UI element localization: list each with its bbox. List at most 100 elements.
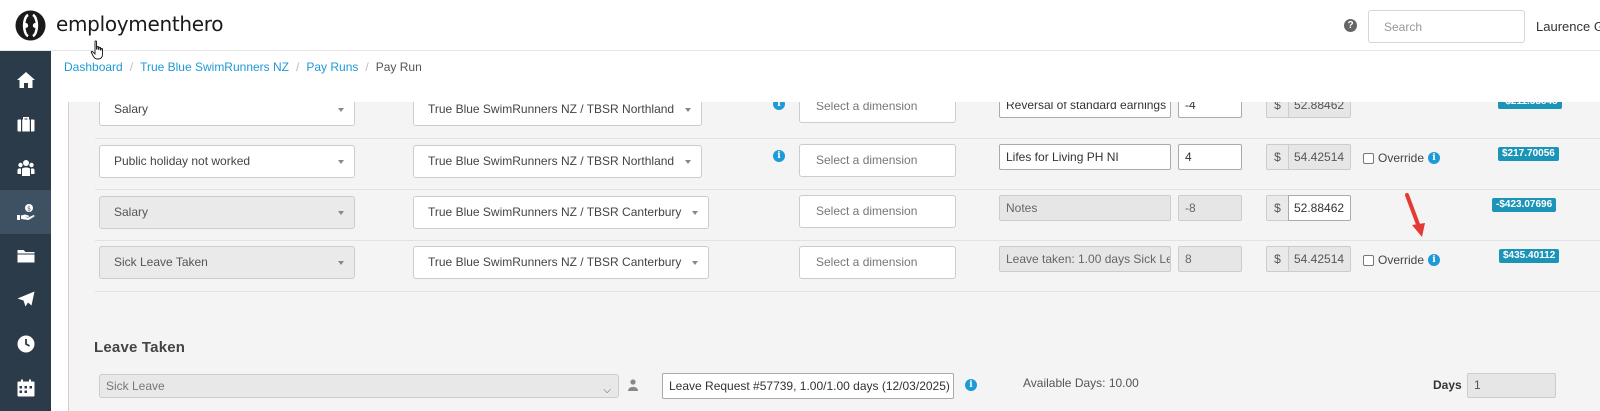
top-header: employmenthero ? Laurence Ga bbox=[0, 0, 1600, 51]
info-icon[interactable]: i bbox=[1428, 152, 1441, 164]
pay-category-value: Salary bbox=[114, 205, 149, 219]
location-select[interactable]: True Blue SwimRunners NZ / TBSR Canterbu… bbox=[413, 246, 709, 279]
sidebar-item-payroll[interactable]: $ bbox=[0, 190, 51, 234]
employment-hero-logo-icon[interactable] bbox=[15, 10, 46, 41]
units-input[interactable]: 8 bbox=[1178, 246, 1242, 272]
currency-symbol: $ bbox=[1266, 195, 1288, 221]
location-value: True Blue SwimRunners NZ / TBSR Northlan… bbox=[428, 154, 675, 168]
chevron-down-icon bbox=[338, 261, 344, 265]
override-toggle[interactable]: Override i bbox=[1363, 253, 1441, 267]
info-icon[interactable]: i bbox=[773, 150, 785, 162]
breadcrumb-business[interactable]: True Blue SwimRunners NZ bbox=[140, 60, 289, 74]
chevron-down-icon bbox=[685, 160, 691, 164]
logo-text[interactable]: employmenthero bbox=[56, 12, 224, 36]
briefcase-icon bbox=[17, 117, 34, 132]
row-divider bbox=[95, 189, 1600, 190]
override-toggle[interactable]: Override i bbox=[1363, 151, 1441, 165]
location-value: True Blue SwimRunners NZ / TBSR Northlan… bbox=[428, 102, 675, 116]
chevron-down-icon: ⌵ bbox=[603, 385, 611, 396]
days-input[interactable]: 1 bbox=[1467, 373, 1556, 398]
info-icon[interactable]: i bbox=[1428, 254, 1441, 266]
folder-icon bbox=[17, 250, 34, 263]
help-icon[interactable]: ? bbox=[1344, 19, 1357, 32]
breadcrumb-bar: Dashboard / True Blue SwimRunners NZ / Pay R… bbox=[51, 51, 1600, 102]
dimension-select[interactable]: Select a dimension bbox=[799, 246, 956, 279]
breadcrumb-separator: / bbox=[129, 60, 134, 74]
rate-field: $52.88462 bbox=[1266, 195, 1351, 221]
line-total-badge: $217.70056 bbox=[1498, 147, 1559, 161]
chevron-down-icon bbox=[338, 160, 344, 164]
notes-input[interactable]: Notes bbox=[999, 195, 1171, 221]
override-checkbox[interactable] bbox=[1363, 152, 1374, 164]
notes-input[interactable]: Leave taken: 1.00 days Sick Le bbox=[999, 246, 1171, 272]
pay-category-select[interactable]: Salary bbox=[99, 196, 355, 229]
leave-request-input[interactable]: Leave Request #57739, 1.00/1.00 days (12… bbox=[662, 373, 954, 399]
row-divider bbox=[95, 240, 1600, 241]
sidebar: $ bbox=[0, 51, 51, 411]
sidebar-item-leave[interactable] bbox=[0, 278, 51, 322]
people-icon bbox=[17, 160, 34, 176]
chevron-down-icon bbox=[692, 261, 698, 265]
row-divider bbox=[95, 138, 1600, 139]
rate-input[interactable]: 52.88462 bbox=[1288, 195, 1351, 221]
breadcrumb-separator: / bbox=[296, 60, 300, 74]
plane-icon bbox=[17, 291, 34, 307]
breadcrumb-current: Pay Run bbox=[375, 60, 422, 74]
days-label: Days bbox=[1433, 378, 1462, 392]
leave-taken-heading: Leave Taken bbox=[94, 339, 186, 356]
breadcrumb-dashboard[interactable]: Dashboard bbox=[64, 60, 123, 74]
line-total-badge: $435.40112 bbox=[1499, 249, 1560, 263]
home-icon bbox=[16, 72, 35, 88]
location-select[interactable]: True Blue SwimRunners NZ / TBSR Canterbu… bbox=[413, 196, 709, 229]
override-checkbox[interactable] bbox=[1363, 254, 1374, 266]
row-divider bbox=[95, 291, 1600, 292]
calendar-icon bbox=[17, 379, 34, 397]
dimension-select[interactable]: Select a dimension bbox=[799, 144, 956, 177]
leave-type-select[interactable]: Sick Leave ⌵ bbox=[99, 374, 619, 398]
chevron-down-icon bbox=[338, 108, 344, 112]
pay-category-value: Public holiday not worked bbox=[114, 154, 251, 168]
chevron-down-icon bbox=[692, 211, 698, 215]
location-value: True Blue SwimRunners NZ / TBSR Canterbu… bbox=[428, 205, 682, 219]
currency-symbol: $ bbox=[1266, 144, 1288, 170]
payroll-hand-icon: $ bbox=[16, 204, 34, 220]
sidebar-item-business[interactable] bbox=[0, 102, 51, 146]
rate-input[interactable]: 54.42514 bbox=[1288, 144, 1351, 170]
currency-symbol: $ bbox=[1266, 246, 1288, 272]
annotation-arrow-icon bbox=[1405, 193, 1425, 237]
search-input[interactable] bbox=[1368, 10, 1525, 43]
breadcrumb-pay-runs[interactable]: Pay Runs bbox=[306, 60, 358, 74]
sidebar-item-home[interactable] bbox=[0, 58, 51, 102]
available-days: Available Days: 10.00 bbox=[1023, 376, 1139, 390]
chevron-down-icon bbox=[338, 211, 344, 215]
person-icon[interactable] bbox=[628, 379, 638, 391]
hand-cursor-icon bbox=[90, 40, 103, 60]
location-select[interactable]: True Blue SwimRunners NZ / TBSR Northlan… bbox=[413, 145, 702, 178]
override-label: Override bbox=[1378, 151, 1425, 165]
pay-category-value: Sick Leave Taken bbox=[114, 255, 208, 269]
line-total-badge: -$423.07696 bbox=[1492, 198, 1557, 212]
breadcrumb-separator: / bbox=[365, 60, 369, 74]
units-input[interactable]: 4 bbox=[1178, 144, 1242, 170]
units-input[interactable]: -8 bbox=[1178, 195, 1242, 221]
sidebar-item-calendar[interactable] bbox=[0, 366, 51, 410]
clock-icon bbox=[17, 335, 34, 353]
chevron-down-icon bbox=[685, 108, 691, 112]
info-icon[interactable]: i bbox=[965, 379, 977, 391]
user-menu[interactable]: Laurence Ga bbox=[1536, 19, 1600, 34]
breadcrumb: Dashboard / True Blue SwimRunners NZ / Pay R… bbox=[64, 60, 422, 74]
sidebar-item-timesheets[interactable] bbox=[0, 322, 51, 366]
sidebar-item-documents[interactable] bbox=[0, 234, 51, 278]
location-value: True Blue SwimRunners NZ / TBSR Canterbu… bbox=[428, 255, 682, 269]
rate-input[interactable]: 54.42514 bbox=[1288, 246, 1351, 272]
override-label: Override bbox=[1378, 253, 1425, 267]
pay-category-select[interactable]: Sick Leave Taken bbox=[99, 246, 355, 279]
pay-category-value: Salary bbox=[114, 102, 149, 116]
pay-category-select[interactable]: Public holiday not worked bbox=[99, 145, 355, 178]
leave-type-value: Sick Leave bbox=[106, 379, 165, 393]
rate-field: $54.42514 bbox=[1266, 144, 1351, 170]
rate-field: $54.42514 bbox=[1266, 246, 1351, 272]
dimension-select[interactable]: Select a dimension bbox=[799, 195, 956, 228]
sidebar-item-people[interactable] bbox=[0, 146, 51, 190]
notes-input[interactable]: Lifes for Living PH NI bbox=[999, 144, 1171, 170]
